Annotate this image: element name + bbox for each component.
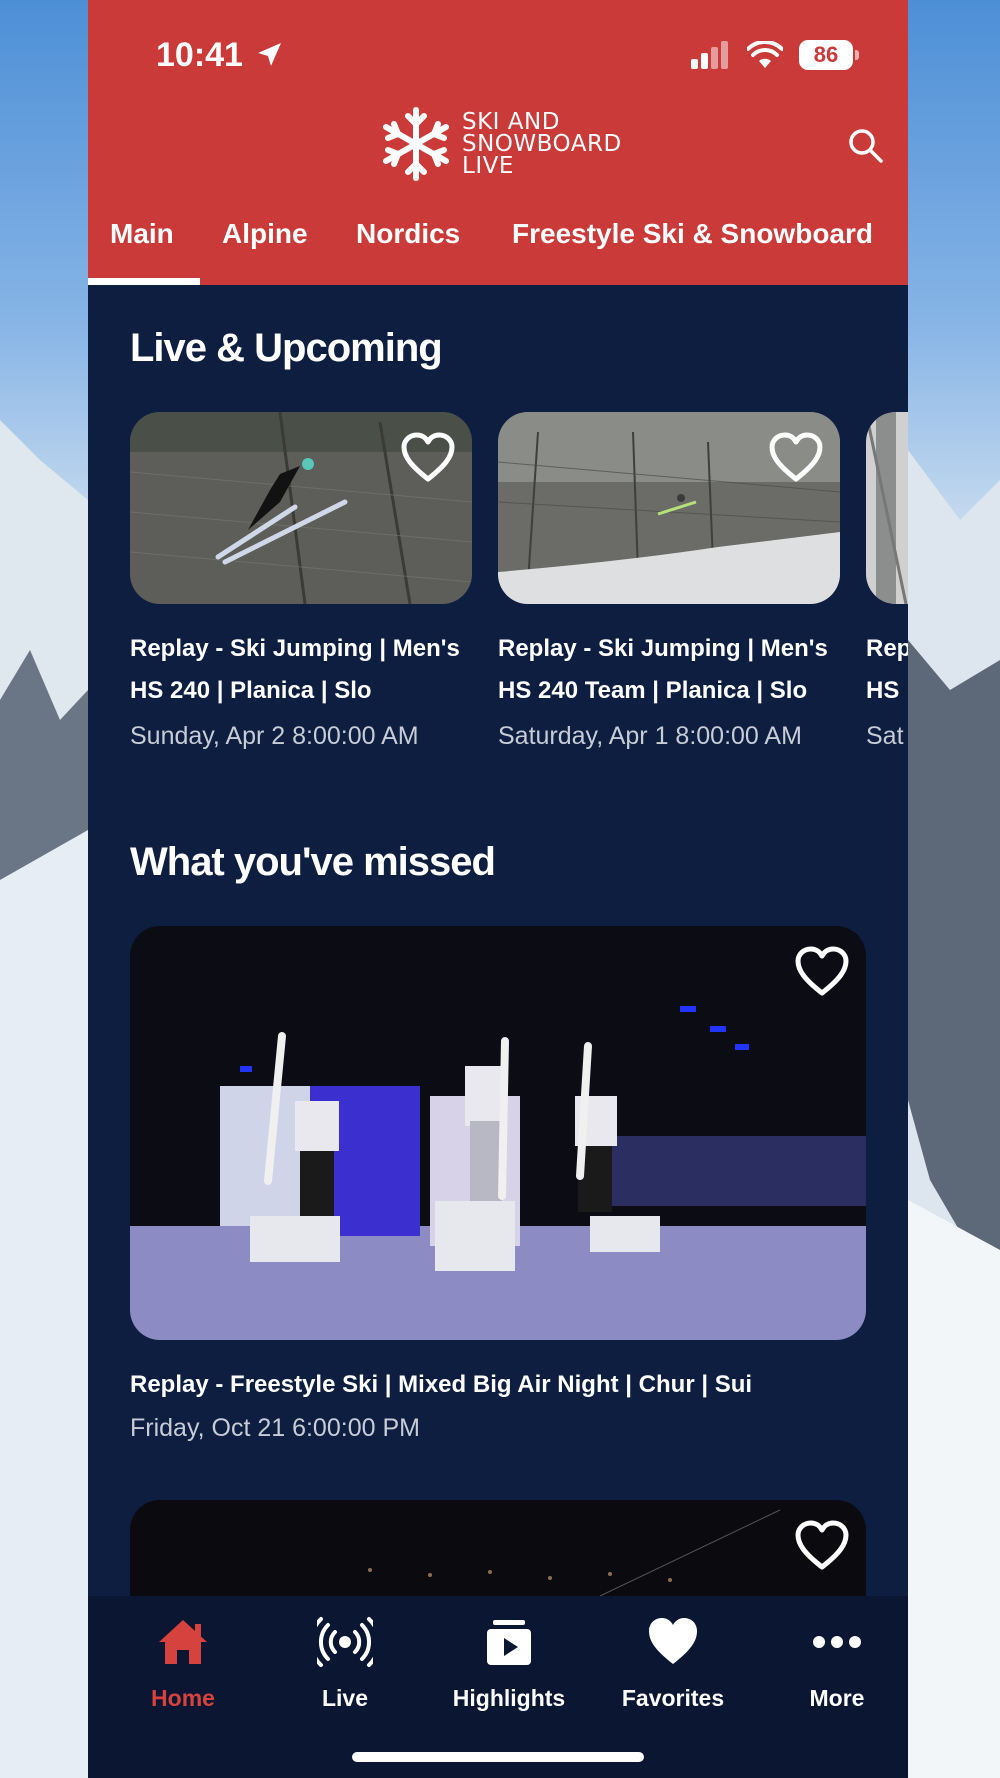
favorite-heart-icon[interactable]	[768, 432, 824, 484]
tabbar-label: Live	[321, 1685, 369, 1711]
tabbar-label: Favorites	[621, 1685, 725, 1711]
more-icon	[813, 1636, 861, 1648]
tabbar-highlights[interactable]: Highlights	[434, 1614, 584, 1712]
location-arrow-icon	[258, 43, 281, 66]
favorite-heart-icon[interactable]	[794, 1520, 850, 1572]
favorite-heart-icon[interactable]	[794, 946, 850, 998]
brand-line-1: SKI AND	[462, 109, 560, 135]
video-thumbnail	[866, 412, 908, 604]
live-card[interactable]: Replay - Ski Jumping | Men's HS 240 Team…	[498, 412, 840, 762]
live-card[interactable]: Replay - Ski Jumping | Men's HS 240 | Pl…	[130, 412, 472, 762]
broadcast-icon	[309, 1617, 381, 1667]
card-title-line1: Replay - Ski Jumping | Men's	[498, 635, 828, 662]
card-title-line1: Rep	[866, 635, 908, 662]
card-title-line1: Replay - Ski Jumping | Men's	[130, 635, 460, 662]
bottom-tab-bar: Home Live Highlights Favorites More	[88, 1596, 908, 1778]
missed-card[interactable]	[130, 1500, 866, 1596]
app-header: 10:41 86 SKI AND SNOWBOARD LIVE Main Alp…	[88, 0, 908, 285]
brand-line-3: LIVE	[462, 153, 514, 179]
home-icon	[159, 1620, 207, 1664]
tabbar-live[interactable]: Live	[270, 1614, 420, 1712]
home-indicator[interactable]	[352, 1752, 644, 1762]
tabbar-favorites[interactable]: Favorites	[598, 1614, 748, 1712]
missed-card[interactable]: Replay - Freestyle Ski | Mixed Big Air N…	[130, 926, 866, 1446]
tabbar-label: More	[809, 1685, 865, 1711]
card-date: Saturday, Apr 1 8:00:00 AM	[498, 722, 802, 750]
section-title-live: Live & Upcoming	[130, 326, 443, 370]
favorite-heart-icon[interactable]	[400, 432, 456, 484]
section-title-missed: What you've missed	[130, 840, 496, 884]
tabbar-home[interactable]: Home	[108, 1614, 258, 1712]
tabbar-label: Home	[151, 1685, 215, 1711]
search-icon[interactable]	[846, 126, 884, 164]
card-title: Replay - Freestyle Ski | Mixed Big Air N…	[130, 1371, 753, 1398]
active-tab-indicator	[88, 278, 200, 285]
tab-nordics[interactable]: Nordics	[356, 218, 460, 285]
card-date: Sunday, Apr 2 8:00:00 AM	[130, 722, 419, 750]
brand-line-2: SNOWBOARD	[462, 131, 622, 157]
snowflake-icon	[383, 107, 449, 181]
wifi-icon	[747, 41, 783, 68]
card-title-line2: HS 240 | Planica | Slo	[130, 677, 372, 704]
tab-freestyle[interactable]: Freestyle Ski & Snowboard	[512, 218, 873, 285]
status-indicators: 86	[691, 40, 859, 70]
signal-icon	[691, 41, 728, 69]
video-thumbnail	[130, 926, 866, 1340]
tabbar-more[interactable]: More	[762, 1614, 908, 1712]
card-title-line2: HS	[866, 677, 900, 704]
brand-logo: SKI AND SNOWBOARD LIVE	[378, 106, 622, 182]
card-date: Sat	[866, 722, 904, 750]
brand-wordmark: SKI AND SNOWBOARD LIVE	[462, 109, 622, 179]
live-card-partial[interactable]: Rep HS Sat	[866, 412, 908, 762]
video-thumbnail	[130, 1500, 866, 1596]
tabbar-label: Highlights	[452, 1685, 566, 1711]
card-title-line2: HS 240 Team | Planica | Slo	[498, 677, 808, 704]
tab-alpine[interactable]: Alpine	[222, 218, 308, 285]
heart-icon	[649, 1618, 697, 1664]
category-tabs: Main Alpine Nordics Freestyle Ski & Snow…	[88, 218, 908, 285]
card-date: Friday, Oct 21 6:00:00 PM	[130, 1414, 420, 1442]
phone-screen: 10:41 86 SKI AND SNOWBOARD LIVE Main Alp…	[88, 0, 908, 1778]
status-time: 10:41	[156, 36, 243, 74]
tab-main[interactable]: Main	[110, 218, 174, 285]
highlights-icon	[487, 1620, 531, 1665]
battery-indicator: 86	[799, 40, 859, 70]
